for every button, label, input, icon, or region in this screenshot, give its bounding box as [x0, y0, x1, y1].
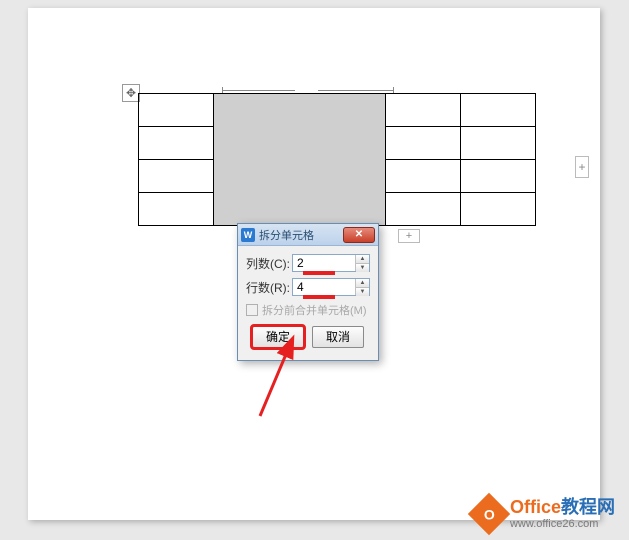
- table-cell[interactable]: [386, 94, 461, 127]
- merged-cell[interactable]: [214, 94, 386, 226]
- ruler-line: [318, 90, 393, 91]
- table-add-column-handle[interactable]: +: [575, 156, 589, 178]
- watermark-brand-b: 教程网: [561, 497, 615, 517]
- merge-before-label: 拆分前合并单元格(M): [262, 302, 367, 318]
- columns-input[interactable]: 2 ▲ ▼: [292, 254, 370, 272]
- spin-down[interactable]: ▼: [356, 264, 369, 272]
- rows-label: 行数(R):: [246, 279, 292, 296]
- watermark-brand-a: Office: [510, 497, 561, 517]
- table-add-row-handle[interactable]: +: [398, 229, 420, 243]
- spin-up[interactable]: ▲: [356, 279, 369, 288]
- watermark: O Office教程网 www.office26.com: [474, 498, 615, 530]
- ok-button[interactable]: 确定: [252, 326, 304, 348]
- columns-label: 列数(C):: [246, 255, 292, 272]
- table-cell[interactable]: [139, 94, 214, 127]
- table-cell[interactable]: [386, 193, 461, 226]
- dialog-title: 拆分单元格: [259, 227, 343, 243]
- close-button[interactable]: ✕: [343, 227, 375, 243]
- table-cell[interactable]: [461, 127, 536, 160]
- rows-input[interactable]: 4 ▲ ▼: [292, 278, 370, 296]
- table-cell[interactable]: [461, 193, 536, 226]
- rows-field-row: 行数(R): 4 ▲ ▼: [246, 278, 370, 296]
- dialog-body: 列数(C): 2 ▲ ▼ 行数(R): 4 ▲ ▼ 拆: [238, 246, 378, 360]
- ruler-line: [223, 90, 295, 91]
- table-cell[interactable]: [461, 94, 536, 127]
- dialog-buttons: 确定 取消: [246, 326, 370, 356]
- dialog-titlebar[interactable]: W 拆分单元格 ✕: [238, 224, 378, 246]
- merge-before-checkbox-row: 拆分前合并单元格(M): [246, 302, 370, 318]
- spin-down[interactable]: ▼: [356, 288, 369, 296]
- app-icon: W: [241, 228, 255, 242]
- table-cell[interactable]: [386, 160, 461, 193]
- split-cells-dialog: W 拆分单元格 ✕ 列数(C): 2 ▲ ▼ 行数(R): 4 ▲ ▼: [237, 223, 379, 361]
- table-cell[interactable]: [139, 193, 214, 226]
- columns-value[interactable]: 2: [293, 255, 355, 271]
- watermark-text: Office教程网 www.office26.com: [510, 498, 615, 530]
- table-cell[interactable]: [461, 160, 536, 193]
- table-cell[interactable]: [139, 160, 214, 193]
- columns-field-row: 列数(C): 2 ▲ ▼: [246, 254, 370, 272]
- merge-before-checkbox: [246, 304, 258, 316]
- cancel-button[interactable]: 取消: [312, 326, 364, 348]
- annotation-underline: [303, 271, 335, 275]
- document-table[interactable]: [138, 93, 536, 226]
- annotation-underline: [303, 295, 335, 299]
- table-cell[interactable]: [139, 127, 214, 160]
- rows-value[interactable]: 4: [293, 279, 355, 295]
- watermark-url: www.office26.com: [510, 518, 615, 530]
- table-cell[interactable]: [386, 127, 461, 160]
- spin-up[interactable]: ▲: [356, 255, 369, 264]
- watermark-icon: O: [468, 493, 510, 535]
